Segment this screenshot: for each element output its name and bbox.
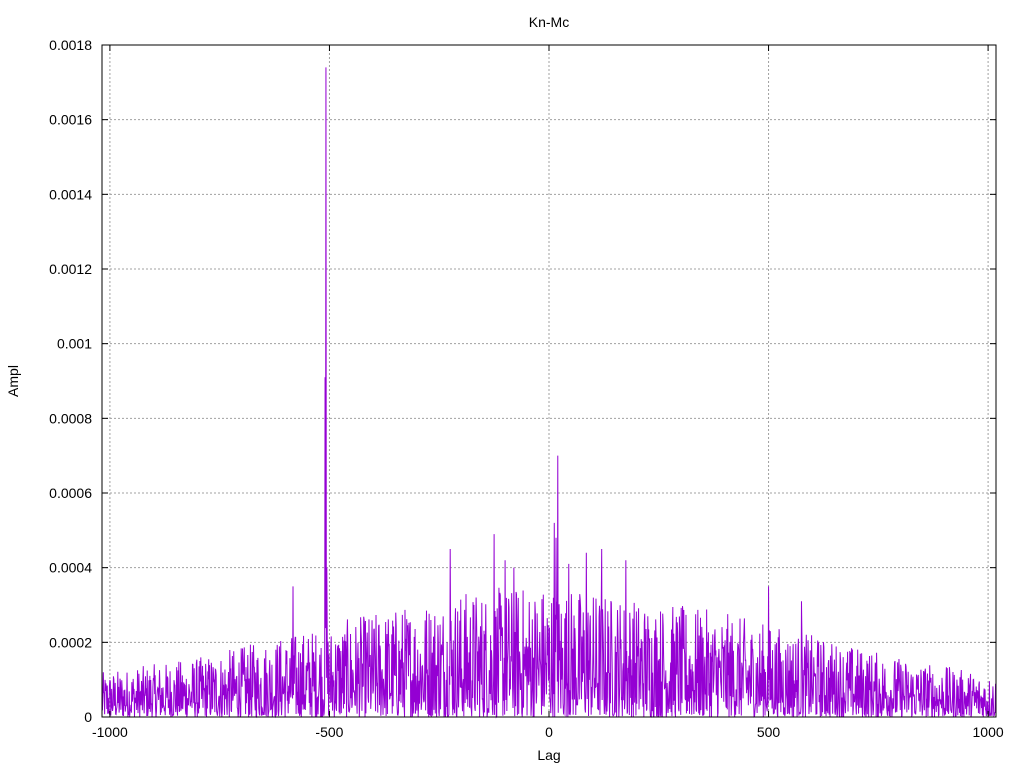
- y-tick-label: 0.001: [57, 336, 92, 352]
- x-tick-label: -500: [315, 724, 343, 740]
- axis-ticks: -1000 -500 0 500 1000 0 0.0002 0.0004 0.0006 0.00…: [49, 37, 1004, 740]
- x-tick-label: 0: [545, 724, 553, 740]
- y-tick-label: 0.0006: [49, 485, 92, 501]
- chart: -1000 -500 0 500 1000 0 0.0002 0.0004 0.0006 0.00…: [5, 14, 1004, 763]
- series-kn-mc: [101, 67, 997, 719]
- y-tick-label: 0.0004: [49, 560, 92, 576]
- grid-lines: [102, 45, 996, 717]
- y-axis-label: Ampl: [5, 365, 21, 397]
- x-tick-label: -1000: [92, 724, 128, 740]
- x-tick-label: 1000: [973, 724, 1004, 740]
- y-tick-label: 0: [84, 709, 92, 725]
- y-tick-label: 0.0008: [49, 410, 92, 426]
- x-tick-label: 500: [757, 724, 781, 740]
- chart-title: Kn-Mc: [529, 14, 569, 30]
- x-axis-label: Lag: [537, 747, 560, 763]
- y-tick-label: 0.0014: [49, 186, 92, 202]
- series-line: [101, 67, 997, 719]
- y-tick-label: 0.0012: [49, 261, 92, 277]
- y-tick-label: 0.0018: [49, 37, 92, 53]
- y-tick-label: 0.0016: [49, 112, 92, 128]
- y-tick-label: 0.0002: [49, 634, 92, 650]
